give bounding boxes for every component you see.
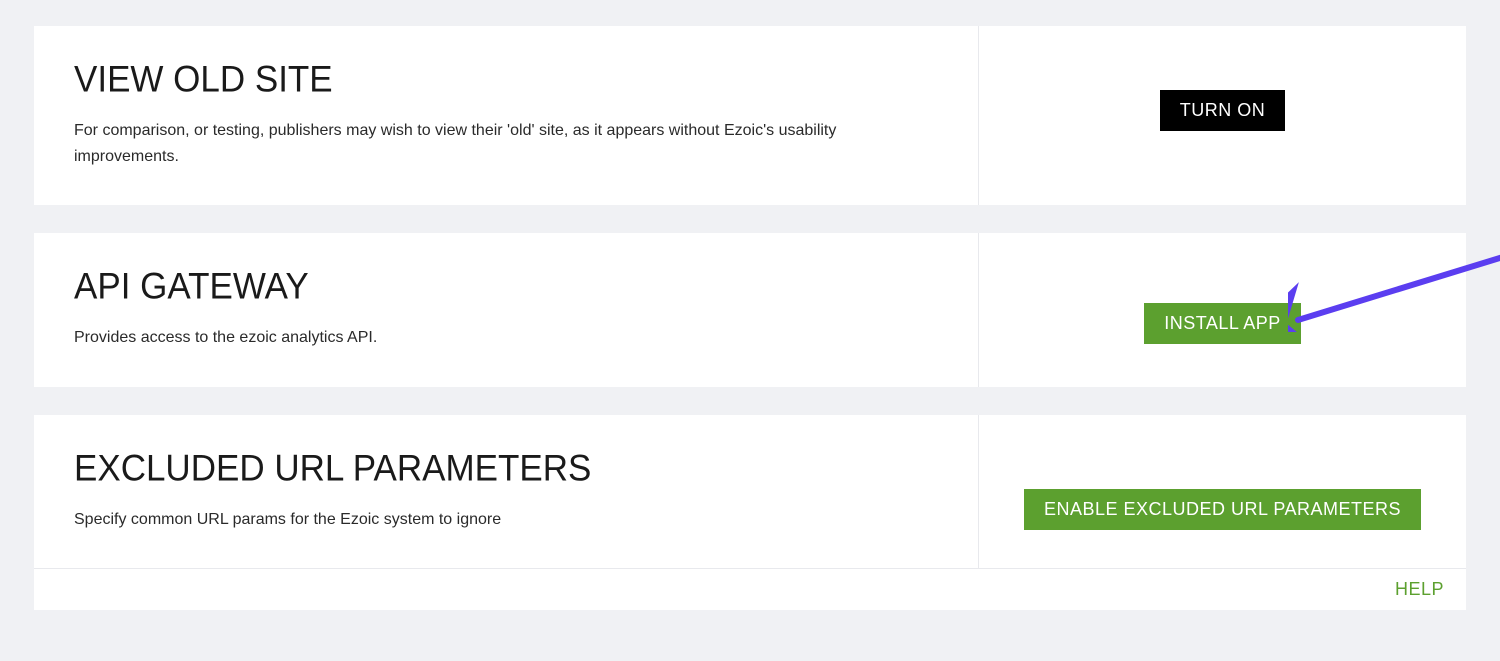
card-content: API GATEWAY Provides access to the ezoic… — [34, 233, 979, 387]
card-action-area: ENABLE EXCLUDED URL PARAMETERS — [979, 415, 1466, 569]
card-title: VIEW OLD SITE — [74, 59, 938, 101]
card-view-old-site: VIEW OLD SITE For comparison, or testing… — [34, 26, 1466, 205]
card-excluded-url-parameters: EXCLUDED URL PARAMETERS Specify common U… — [34, 415, 1466, 569]
install-app-button[interactable]: INSTALL APP — [1144, 303, 1301, 344]
enable-excluded-url-parameters-button[interactable]: ENABLE EXCLUDED URL PARAMETERS — [1024, 489, 1421, 530]
card-action-area: INSTALL APP — [979, 233, 1466, 387]
card-title: API GATEWAY — [74, 266, 938, 308]
card-title: EXCLUDED URL PARAMETERS — [74, 448, 938, 490]
card-description: Provides access to the ezoic analytics A… — [74, 325, 938, 351]
card-api-gateway: API GATEWAY Provides access to the ezoic… — [34, 233, 1466, 387]
card-description: For comparison, or testing, publishers m… — [74, 118, 938, 169]
card-content: EXCLUDED URL PARAMETERS Specify common U… — [34, 415, 979, 569]
card-description: Specify common URL params for the Ezoic … — [74, 507, 938, 533]
card-content: VIEW OLD SITE For comparison, or testing… — [34, 26, 979, 205]
help-link[interactable]: HELP — [1395, 579, 1444, 599]
card-action-area: TURN ON — [979, 26, 1466, 205]
turn-on-button[interactable]: TURN ON — [1160, 90, 1286, 131]
footer-bar: HELP — [34, 568, 1466, 610]
settings-list: VIEW OLD SITE For comparison, or testing… — [34, 26, 1466, 610]
